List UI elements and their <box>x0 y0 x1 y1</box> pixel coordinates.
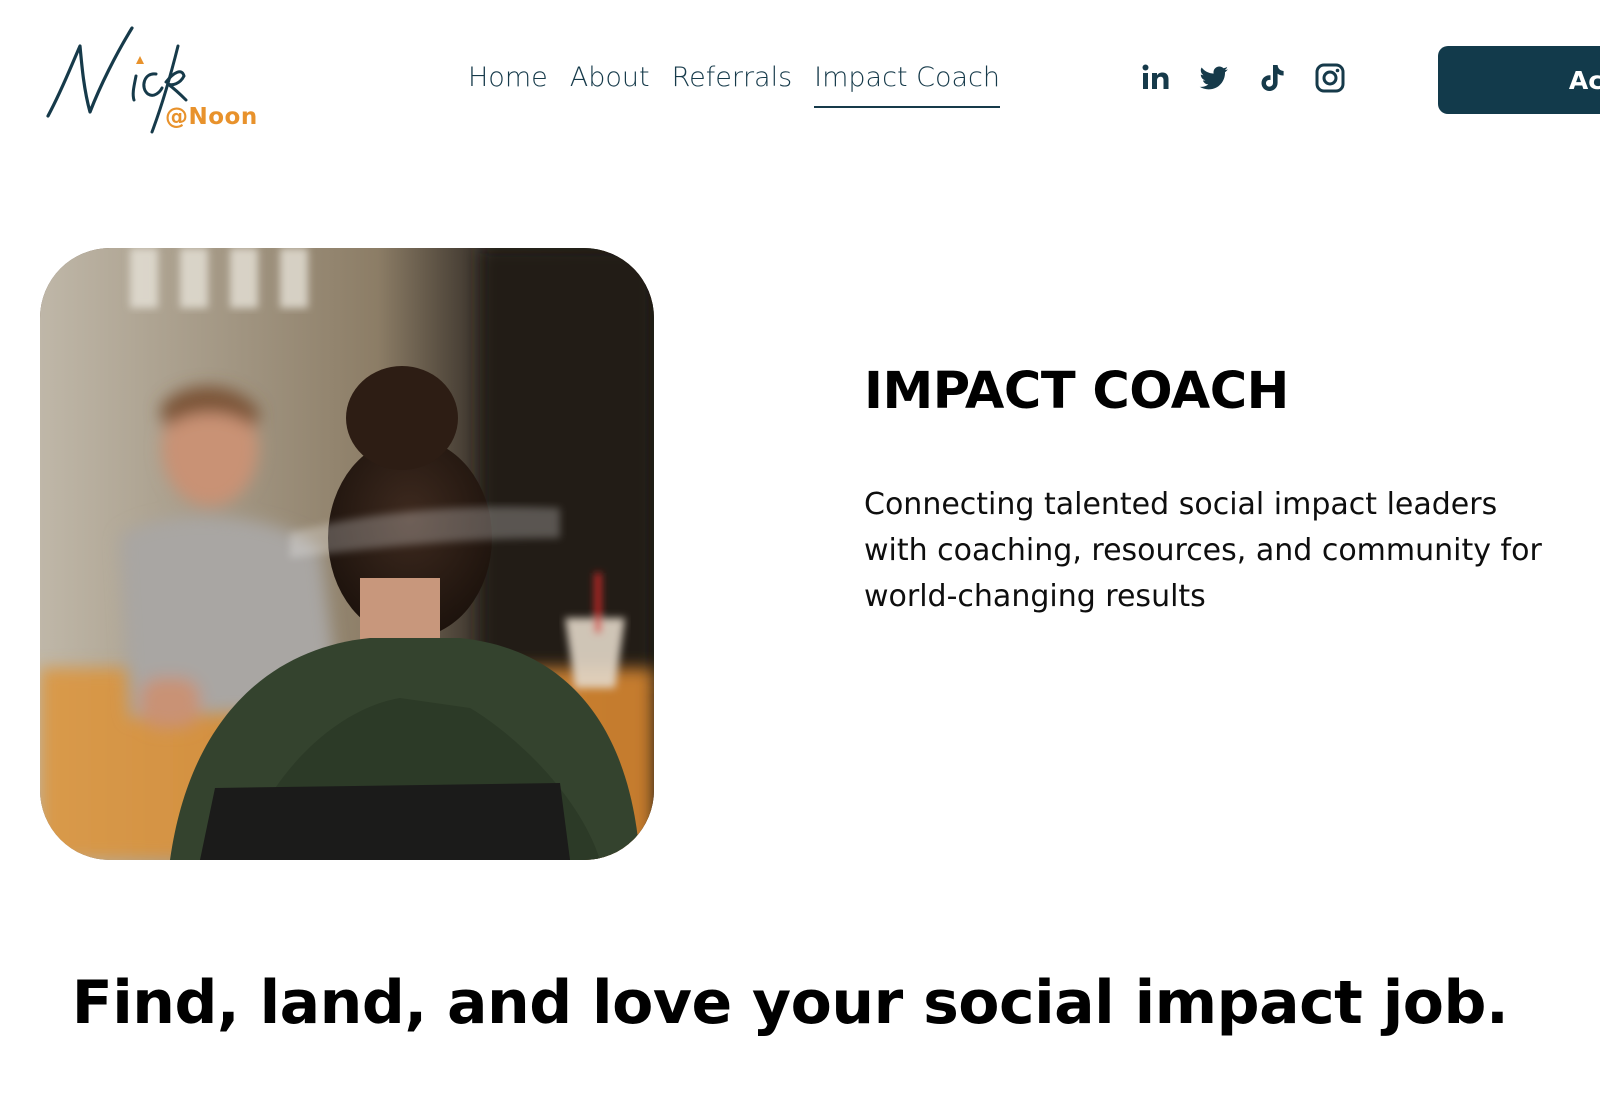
tiktok-icon[interactable] <box>1256 62 1288 94</box>
instagram-icon[interactable] <box>1314 62 1346 94</box>
page-title: IMPACT COACH <box>864 362 1289 421</box>
nav-about[interactable]: About <box>570 58 650 108</box>
main-nav: Home About Referrals Impact Coach <box>468 58 1000 108</box>
social-links <box>1140 62 1346 94</box>
twitter-icon[interactable] <box>1198 62 1230 94</box>
nav-home[interactable]: Home <box>468 58 548 108</box>
logo-suffix: @Noon <box>165 104 258 130</box>
hero-description: Connecting talented social impact leader… <box>864 487 1542 614</box>
cta-button[interactable]: Ac <box>1438 46 1600 114</box>
hero-photo <box>40 248 654 860</box>
site-logo[interactable]: @Noon <box>44 20 264 140</box>
linkedin-icon[interactable] <box>1140 62 1172 94</box>
site-header: @Noon Home About Referrals Impact Coach <box>0 0 1600 160</box>
tagline-heading: Find, land, and love your social impact … <box>71 968 1509 1038</box>
nav-impact-coach[interactable]: Impact Coach <box>814 58 1000 108</box>
nav-referrals[interactable]: Referrals <box>672 58 793 108</box>
